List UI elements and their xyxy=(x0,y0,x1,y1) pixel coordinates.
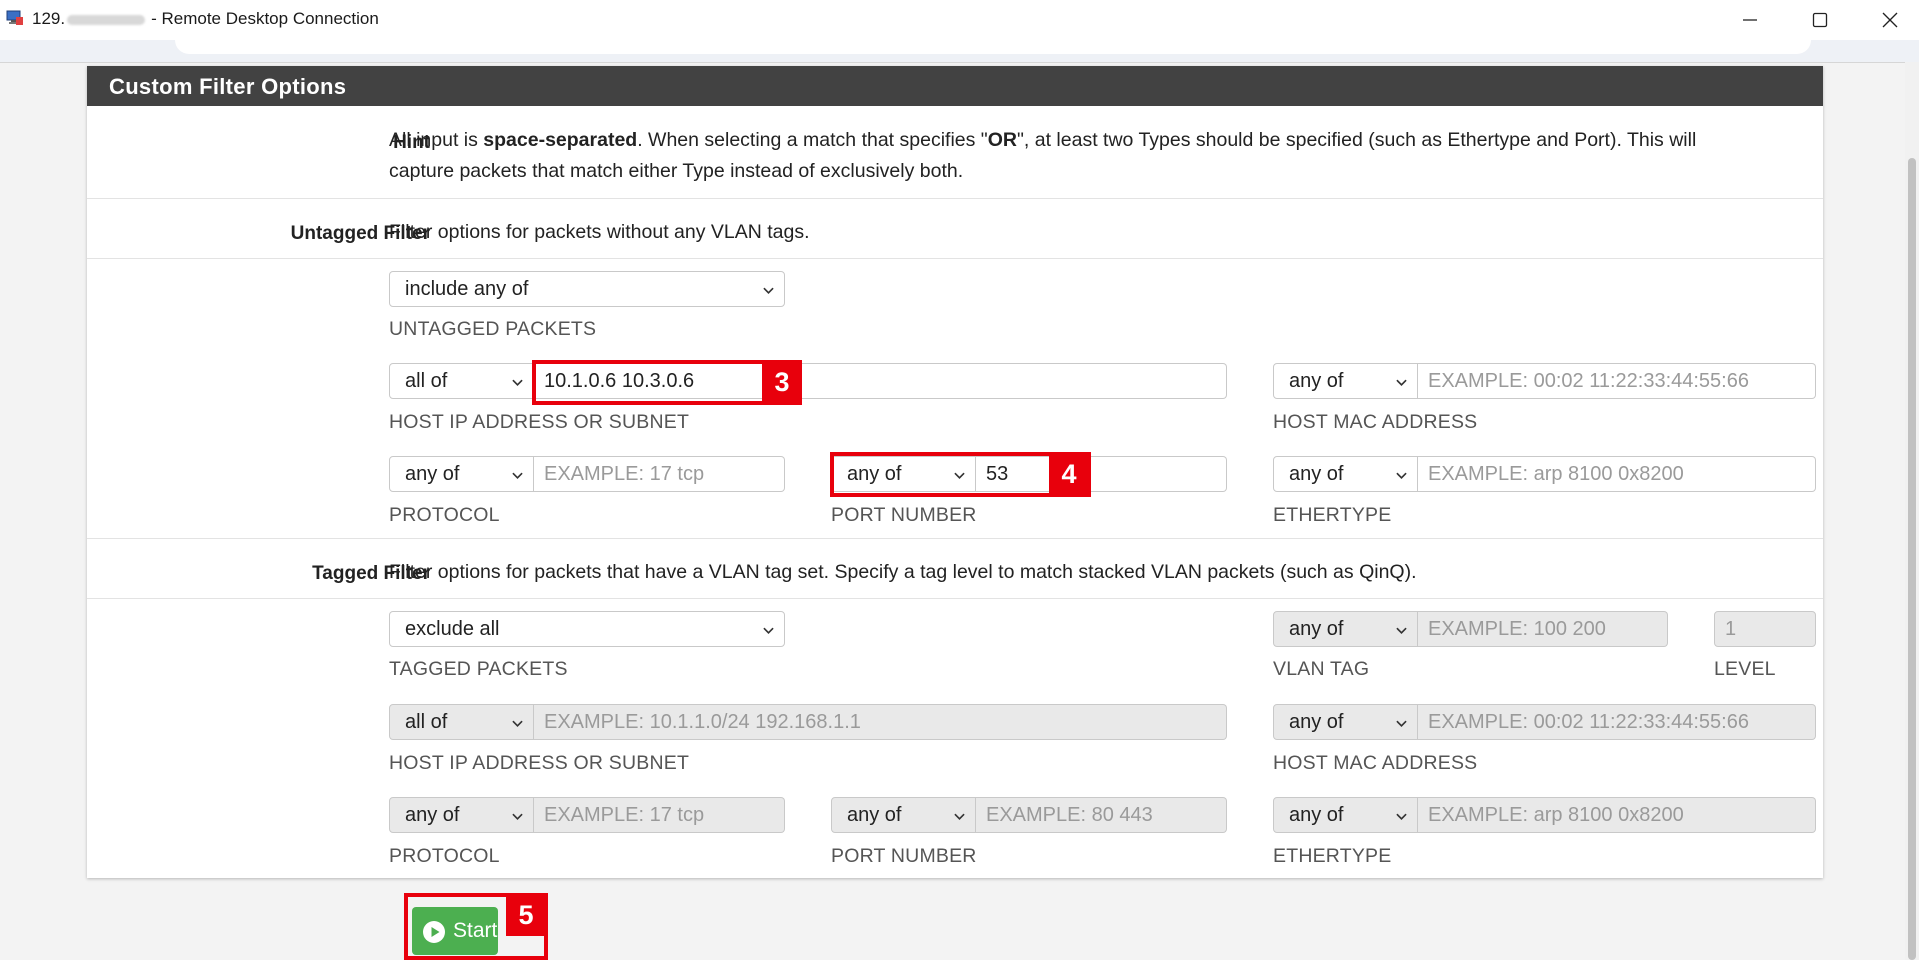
tagged-host-ip-caption: HOST IP ADDRESS OR SUBNET xyxy=(389,752,690,774)
tagged-vlan-input[interactable]: EXAMPLE: 100 200 xyxy=(1418,611,1668,647)
browser-toolbar-remnant xyxy=(0,40,1919,63)
chevron-down-icon xyxy=(512,472,523,479)
chevron-down-icon xyxy=(1396,627,1407,634)
maximize-button[interactable] xyxy=(1790,0,1850,40)
untagged-protocol-caption: PROTOCOL xyxy=(389,504,500,526)
tagged-level-caption: LEVEL xyxy=(1714,658,1776,680)
untagged-ethertype-input[interactable]: EXAMPLE: arp 8100 0x8200 xyxy=(1418,456,1816,492)
select-value: any of xyxy=(1289,370,1344,392)
annotation-badge-step-5: 5 xyxy=(506,894,546,936)
select-value: all of xyxy=(405,711,448,733)
tagged-vlan-caption: VLAN TAG xyxy=(1273,658,1370,680)
select-value: any of xyxy=(1289,711,1344,733)
chevron-down-icon xyxy=(1396,379,1407,386)
minimize-icon xyxy=(1743,19,1757,21)
close-button[interactable] xyxy=(1860,0,1919,40)
hint-emphasis: OR xyxy=(987,129,1017,151)
untagged-port-caption: PORT NUMBER xyxy=(831,504,977,526)
tagged-vlan-match-select[interactable]: any of xyxy=(1273,611,1418,647)
window-titlebar: 129. - Remote Desktop Connection xyxy=(0,0,1919,40)
untagged-ethertype-caption: ETHERTYPE xyxy=(1273,504,1392,526)
divider xyxy=(87,538,1823,539)
tagged-packets-select[interactable]: exclude all xyxy=(389,611,785,647)
chevron-down-icon xyxy=(1396,720,1407,727)
address-bar-remnant xyxy=(175,40,1811,54)
window-title-prefix: 129. xyxy=(32,9,66,28)
untagged-host-mac-match-select[interactable]: any of xyxy=(1273,363,1418,399)
tagged-host-ip-match-select[interactable]: all of xyxy=(389,704,534,740)
untagged-host-mac-caption: HOST MAC ADDRESS xyxy=(1273,411,1478,433)
chevron-down-icon xyxy=(512,813,523,820)
close-icon xyxy=(1882,12,1898,28)
chevron-down-icon xyxy=(512,720,523,727)
select-value: exclude all xyxy=(405,618,500,640)
select-value: any of xyxy=(1289,618,1344,640)
tagged-port-match-select[interactable]: any of xyxy=(831,797,976,833)
chevron-down-icon xyxy=(763,627,774,634)
untagged-ethertype-match-select[interactable]: any of xyxy=(1273,456,1418,492)
chevron-down-icon xyxy=(1396,472,1407,479)
tagged-port-input[interactable]: EXAMPLE: 80 443 xyxy=(976,797,1227,833)
untagged-filter-description: Filter options for packets without any V… xyxy=(389,221,810,243)
hint-text-part: capture packets that match either Type i… xyxy=(389,160,964,182)
tagged-port-caption: PORT NUMBER xyxy=(831,845,977,867)
tagged-filter-description: Filter options for packets that have a V… xyxy=(389,561,1417,583)
untagged-host-ip-match-select[interactable]: all of xyxy=(389,363,534,399)
untagged-packets-caption: UNTAGGED PACKETS xyxy=(389,318,597,340)
tagged-host-mac-input[interactable]: EXAMPLE: 00:02 11:22:33:44:55:66 xyxy=(1418,704,1816,740)
rdp-app-icon xyxy=(6,10,23,25)
select-value: any of xyxy=(1289,463,1344,485)
hint-text-part: . When selecting a match that specifies … xyxy=(637,129,988,151)
tagged-host-mac-caption: HOST MAC ADDRESS xyxy=(1273,752,1478,774)
divider xyxy=(87,198,1823,199)
hint-emphasis: space-separated xyxy=(483,129,638,151)
chevron-down-icon xyxy=(954,813,965,820)
hint-text: All input is space-separated. When selec… xyxy=(389,125,1809,187)
select-value: any of xyxy=(847,804,902,826)
tagged-host-ip-input[interactable]: EXAMPLE: 10.1.1.0/24 192.168.1.1 xyxy=(534,704,1227,740)
tagged-level-input[interactable]: 1 xyxy=(1714,611,1816,647)
tagged-protocol-caption: PROTOCOL xyxy=(389,845,500,867)
tagged-packets-caption: TAGGED PACKETS xyxy=(389,658,568,680)
untagged-host-mac-input[interactable]: EXAMPLE: 00:02 11:22:33:44:55:66 xyxy=(1418,363,1816,399)
untagged-host-ip-caption: HOST IP ADDRESS OR SUBNET xyxy=(389,411,690,433)
annotation-badge-step-3: 3 xyxy=(762,361,802,403)
untagged-packets-select[interactable]: include any of xyxy=(389,271,785,307)
window-title-suffix: - Remote Desktop Connection xyxy=(151,9,379,28)
tagged-ethertype-caption: ETHERTYPE xyxy=(1273,845,1392,867)
select-value: include any of xyxy=(405,278,529,300)
scrollbar-thumb[interactable] xyxy=(1908,158,1916,960)
panel-header: Custom Filter Options xyxy=(87,66,1823,106)
untagged-protocol-match-select[interactable]: any of xyxy=(389,456,534,492)
maximize-icon xyxy=(1812,12,1828,28)
tagged-protocol-input[interactable]: EXAMPLE: 17 tcp xyxy=(534,797,785,833)
redacted-address xyxy=(67,14,146,25)
page-scrollbar[interactable] xyxy=(1905,62,1919,960)
divider xyxy=(87,598,1823,599)
hint-text-part: All input is xyxy=(389,129,484,151)
tagged-ethertype-input[interactable]: EXAMPLE: arp 8100 0x8200 xyxy=(1418,797,1816,833)
select-value: all of xyxy=(405,370,448,392)
chevron-down-icon xyxy=(1396,813,1407,820)
window-title: 129. - Remote Desktop Connection xyxy=(32,9,379,29)
tagged-protocol-match-select[interactable]: any of xyxy=(389,797,534,833)
annotation-badge-step-4: 4 xyxy=(1049,453,1089,495)
chevron-down-icon xyxy=(763,287,774,294)
minimize-button[interactable] xyxy=(1720,0,1780,40)
select-value: any of xyxy=(405,463,460,485)
tagged-host-mac-match-select[interactable]: any of xyxy=(1273,704,1418,740)
untagged-protocol-input[interactable]: EXAMPLE: 17 tcp xyxy=(534,456,785,492)
tagged-ethertype-match-select[interactable]: any of xyxy=(1273,797,1418,833)
select-value: any of xyxy=(1289,804,1344,826)
divider xyxy=(87,258,1823,259)
hint-text-part: ", at least two Types should be specifie… xyxy=(1016,129,1697,151)
chevron-down-icon xyxy=(512,379,523,386)
panel-title: Custom Filter Options xyxy=(109,74,347,99)
select-value: any of xyxy=(405,804,460,826)
